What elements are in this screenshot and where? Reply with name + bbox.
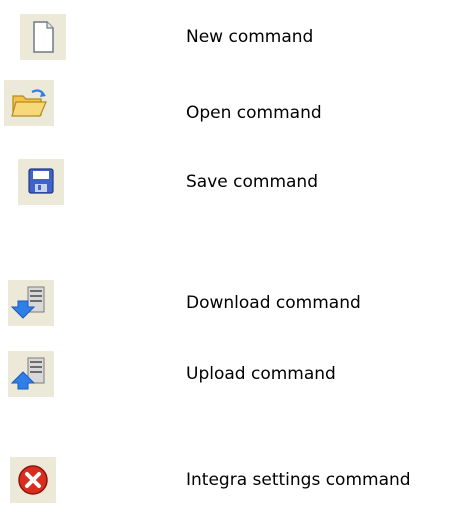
- command-row-upload: Upload command: [0, 351, 468, 397]
- new-command-label: New command: [186, 27, 314, 47]
- open-command-button[interactable]: [4, 80, 54, 126]
- integra-settings-command-label: Integra settings command: [186, 470, 411, 490]
- floppy-disk-icon: [28, 168, 54, 194]
- command-row-integra-settings: Integra settings command: [0, 457, 468, 503]
- new-document-icon: [33, 21, 54, 53]
- integra-settings-command-button[interactable]: [10, 457, 56, 503]
- download-command-button[interactable]: [8, 280, 54, 326]
- save-command-button[interactable]: [18, 159, 64, 205]
- new-command-button[interactable]: [20, 14, 66, 60]
- command-row-save: Save command: [0, 159, 468, 205]
- command-row-open: Open command: [0, 80, 468, 126]
- download-command-label: Download command: [186, 293, 361, 313]
- download-arrow-icon: [10, 286, 45, 319]
- command-row-new: New command: [0, 14, 468, 60]
- upload-command-button[interactable]: [8, 351, 54, 397]
- open-command-label: Open command: [186, 103, 322, 123]
- open-folder-icon: [11, 89, 47, 117]
- command-row-download: Download command: [0, 280, 468, 326]
- save-command-label: Save command: [186, 172, 318, 192]
- upload-arrow-icon: [10, 357, 45, 390]
- upload-command-label: Upload command: [186, 364, 336, 384]
- red-x-circle-icon: [18, 465, 48, 495]
